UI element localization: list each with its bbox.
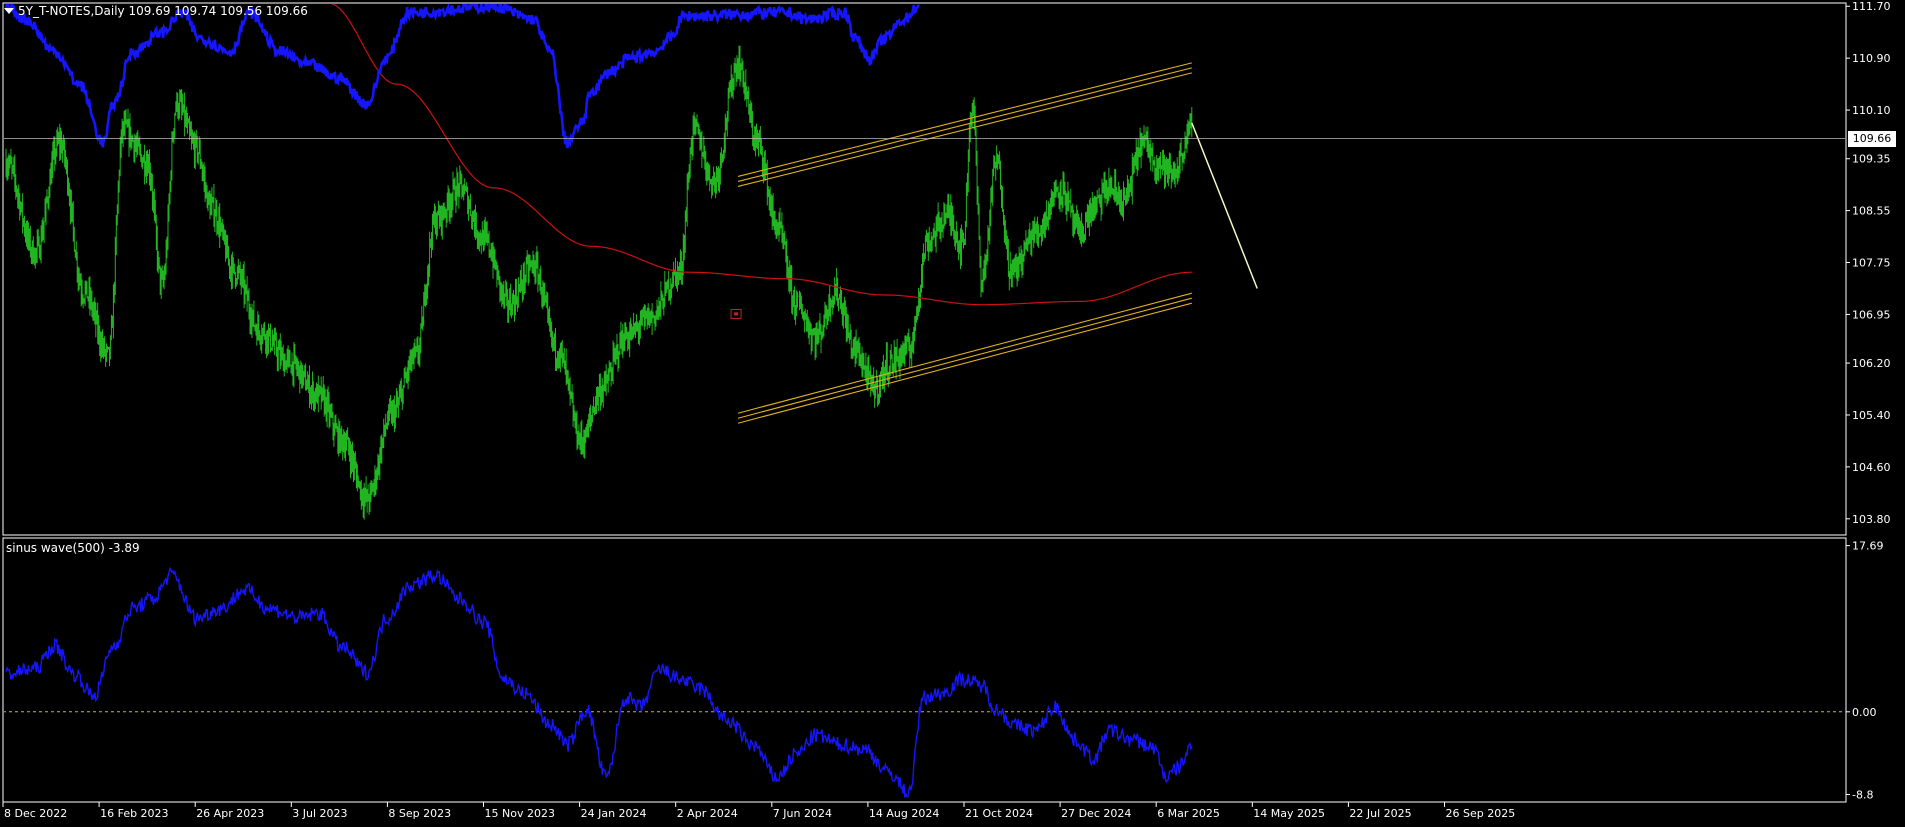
time-tick-label: 21 Oct 2024	[965, 807, 1033, 820]
ohlc-values: 109.69 109.74 109.56 109.66	[128, 4, 308, 18]
time-tick-label: 22 Jul 2025	[1349, 807, 1411, 820]
channel-upper	[737, 62, 1192, 187]
menu-arrow-icon[interactable]	[4, 8, 14, 14]
price-tick-label: 110.10	[1852, 104, 1891, 117]
time-tick-label: 24 Jan 2024	[581, 807, 647, 820]
chart-canvas[interactable]: 111.70 110.90 110.10 109.35 108.55 107.75 106.…	[0, 0, 1905, 827]
time-tick-label: 27 Dec 2024	[1061, 807, 1131, 820]
time-tick-label: 3 Jul 2023	[292, 807, 347, 820]
forecast-line	[1191, 122, 1258, 289]
channel-upper-2	[737, 72, 1192, 187]
time-tick-label: 7 Jun 2024	[773, 807, 832, 820]
price-tick-label: 106.20	[1852, 357, 1891, 370]
channel-upper-1	[737, 67, 1192, 182]
price-tick-label: 111.70	[1852, 0, 1891, 13]
channel-upper-0	[737, 62, 1192, 177]
price-tick-label: 109.35	[1852, 153, 1891, 166]
symbol-label: 5Y_T-NOTES,Daily	[18, 4, 125, 18]
time-tick-label: 6 Mar 2025	[1157, 807, 1220, 820]
time-axis: 8 Dec 2022 16 Feb 2023 26 Apr 2023 3 Jul 20…	[2, 802, 1516, 820]
channel-lower	[737, 292, 1192, 424]
price-tick-label: 106.95	[1852, 308, 1891, 321]
indicator-header: sinus wave(500) -3.89	[6, 541, 140, 555]
price-tick-label: 105.40	[1852, 409, 1891, 422]
main-price-pane[interactable]	[3, 1, 1846, 520]
time-tick-label: 16 Feb 2023	[100, 807, 168, 820]
chart-header: 5Y_T-NOTES,Daily 109.69 109.74 109.56 10…	[4, 4, 308, 18]
channel-lower-0	[737, 292, 1192, 414]
time-tick-label: 26 Sep 2025	[1446, 807, 1516, 820]
price-bars	[5, 45, 1193, 520]
object-marker-icon	[730, 308, 742, 319]
price-tick-label: 110.90	[1852, 52, 1891, 65]
sub-pane-border	[2, 537, 1847, 803]
time-tick-label: 8 Dec 2022	[4, 807, 67, 820]
price-bar-series	[5, 45, 1193, 520]
overlay-line	[4, 4, 920, 149]
time-tick-label: 14 Aug 2024	[869, 807, 939, 820]
time-tick-label: 8 Sep 2023	[388, 807, 451, 820]
current-price-label: 109.66	[1848, 130, 1896, 147]
price-axis: 111.70 110.90 110.10 109.35 108.55 107.75 106.…	[1846, 0, 1891, 801]
price-tick-label: 107.75	[1852, 257, 1891, 270]
price-tick-label: 108.55	[1852, 205, 1891, 218]
indicator-tick-label: 0.00	[1852, 706, 1877, 719]
time-tick-label: 26 Apr 2023	[196, 807, 264, 820]
chart-frame	[2, 2, 1847, 803]
time-tick-label: 14 May 2025	[1253, 807, 1325, 820]
time-tick-label: 15 Nov 2023	[485, 807, 555, 820]
sinus-wave-line	[5, 566, 1193, 798]
indicator-tick-label: -8.8	[1852, 788, 1873, 801]
indicator-tick-label: 17.69	[1852, 540, 1884, 553]
price-tick-label: 103.80	[1852, 513, 1891, 526]
time-tick-label: 2 Apr 2024	[677, 807, 738, 820]
main-pane-border	[2, 2, 1847, 536]
price-tick-label: 104.60	[1852, 461, 1891, 474]
sinus-wave-pane[interactable]	[3, 566, 1846, 798]
